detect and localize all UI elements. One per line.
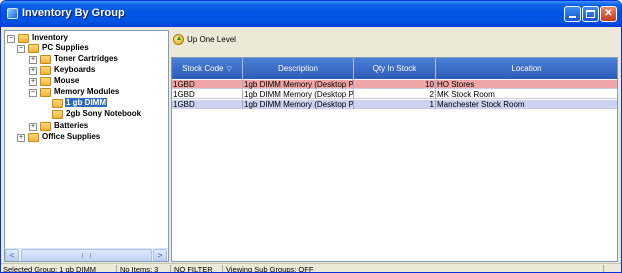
tree-label: Memory Modules bbox=[54, 87, 120, 96]
expand-icon[interactable]: + bbox=[29, 123, 37, 131]
column-header-label: Stock Code bbox=[182, 64, 224, 73]
minimize-icon bbox=[569, 16, 576, 18]
tree-label: Mouse bbox=[54, 76, 80, 85]
scroll-thumb[interactable] bbox=[21, 249, 152, 261]
grid-header: Stock Code ▽ Description Qty In Stock Loc… bbox=[172, 58, 617, 79]
scroll-left-icon[interactable]: < bbox=[5, 249, 19, 261]
column-header-label: Location bbox=[511, 64, 542, 73]
tree-label: 2gb Sony Notebook bbox=[66, 109, 142, 118]
collapse-icon[interactable]: − bbox=[7, 35, 15, 43]
folder-icon bbox=[40, 77, 51, 86]
column-header-label: Qty In Stock bbox=[372, 64, 417, 73]
status-bar: Selected Group: 1 gb DIMM No Items: 3 NO… bbox=[1, 263, 621, 272]
cell-description: 1gb DIMM Memory (Desktop PC bbox=[244, 90, 354, 99]
folder-icon bbox=[40, 55, 51, 64]
table-row[interactable]: 1GBD 1gb DIMM Memory (Desktop PC 2 MK St… bbox=[172, 90, 617, 99]
tree-label: Batteries bbox=[54, 121, 89, 130]
column-header-qty-in-stock[interactable]: Qty In Stock bbox=[354, 58, 436, 79]
stock-grid[interactable]: Stock Code ▽ Description Qty In Stock Loc… bbox=[171, 57, 618, 262]
cell-qty: 2 bbox=[354, 90, 436, 99]
tree-label-selected: 1 gb DIMM bbox=[64, 97, 108, 108]
status-selected-group: Selected Group: 1 gb DIMM bbox=[1, 265, 117, 272]
cell-location: MK Stock Room bbox=[437, 90, 495, 99]
folder-icon bbox=[40, 122, 51, 131]
close-button[interactable]: ✕ bbox=[600, 6, 617, 22]
tree-label: PC Supplies bbox=[42, 43, 89, 52]
grip-icon bbox=[82, 253, 91, 258]
column-header-location[interactable]: Location bbox=[436, 58, 617, 79]
folder-icon bbox=[18, 34, 29, 43]
expand-icon[interactable]: + bbox=[29, 67, 37, 75]
toolbar: Up One Level bbox=[171, 30, 618, 53]
tree-horizontal-scrollbar[interactable]: < > bbox=[5, 248, 168, 261]
sort-icon: ▽ bbox=[226, 66, 232, 73]
window-title: Inventory By Group bbox=[22, 7, 125, 19]
collapse-icon[interactable]: − bbox=[29, 89, 37, 97]
title-bar[interactable]: Inventory By Group ✕ bbox=[1, 1, 621, 27]
cell-description: 1gb DIMM Memory (Desktop PC bbox=[244, 80, 354, 89]
folder-icon bbox=[52, 99, 63, 108]
close-icon: ✕ bbox=[604, 8, 613, 19]
folder-icon bbox=[40, 66, 51, 75]
tree-label: Toner Cartridges bbox=[54, 54, 118, 63]
status-filter: NO FILTER bbox=[172, 265, 223, 272]
table-row[interactable]: 1GBD 1gb DIMM Memory (Desktop PC 10 HO S… bbox=[172, 80, 617, 89]
tree-label: Office Supplies bbox=[42, 132, 101, 141]
cell-location: Manchester Stock Room bbox=[437, 100, 525, 109]
expand-icon[interactable]: + bbox=[17, 134, 25, 142]
maximize-icon bbox=[586, 10, 595, 18]
cell-qty: 10 bbox=[354, 80, 436, 89]
folder-icon bbox=[28, 44, 39, 53]
folder-icon bbox=[52, 110, 63, 119]
cell-qty: 1 bbox=[354, 100, 436, 109]
inventory-window: Inventory By Group ✕ − Inventory − PC Su… bbox=[0, 0, 622, 273]
tree-label: Keyboards bbox=[54, 65, 96, 74]
status-viewing-sub-groups: Viewing Sub Groups: OFF bbox=[224, 265, 604, 272]
scroll-right-icon[interactable]: > bbox=[153, 249, 167, 261]
tree-label: Inventory bbox=[32, 33, 69, 42]
minimize-button[interactable] bbox=[564, 6, 581, 22]
up-one-level-button[interactable]: Up One Level bbox=[187, 35, 236, 44]
expand-icon[interactable]: + bbox=[29, 78, 37, 86]
column-header-description[interactable]: Description bbox=[243, 58, 354, 79]
up-arrow-icon bbox=[177, 36, 181, 40]
column-header-label: Description bbox=[277, 64, 318, 73]
cell-description: 1gb DIMM Memory (Desktop PC bbox=[244, 100, 354, 109]
maximize-button[interactable] bbox=[582, 6, 599, 22]
up-level-icon[interactable] bbox=[173, 34, 184, 45]
cell-location: HO Stores bbox=[437, 80, 475, 89]
folder-icon bbox=[40, 88, 51, 97]
cell-stock-code: 1GBD bbox=[172, 100, 243, 109]
group-tree[interactable]: − Inventory − PC Supplies + Toner Cartri… bbox=[4, 30, 169, 262]
column-header-stock-code[interactable]: Stock Code ▽ bbox=[172, 58, 243, 79]
collapse-icon[interactable]: − bbox=[17, 45, 25, 53]
cell-stock-code: 1GBD bbox=[172, 80, 243, 89]
folder-icon bbox=[28, 133, 39, 142]
cell-stock-code: 1GBD bbox=[172, 90, 243, 99]
table-row[interactable]: 1GBD 1gb DIMM Memory (Desktop PC 1 Manch… bbox=[172, 100, 617, 109]
expand-icon[interactable]: + bbox=[29, 56, 37, 64]
status-item-count: No Items: 3 bbox=[118, 265, 171, 272]
app-icon bbox=[7, 8, 18, 19]
